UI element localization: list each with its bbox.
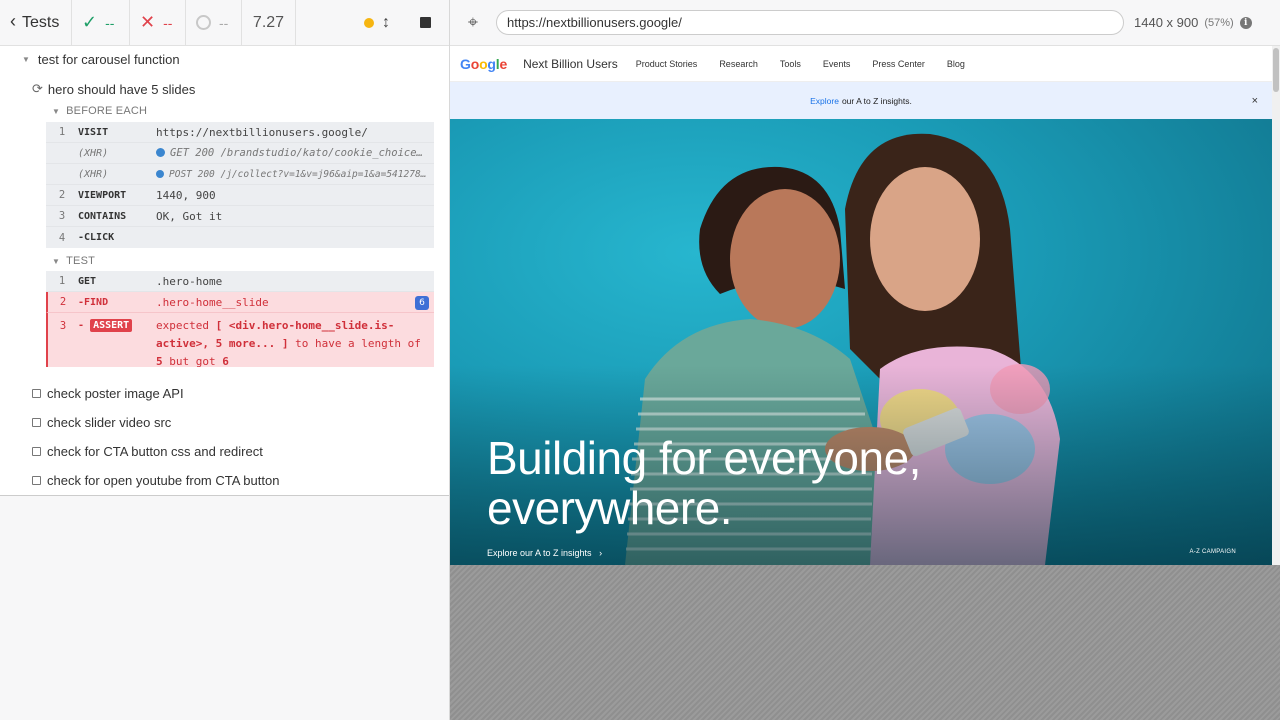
aut-header: ⌖ https://nextbillionusers.google/ 1440 …	[450, 0, 1280, 46]
xhr-status-dot-icon	[156, 169, 164, 178]
face-right-shape	[870, 167, 980, 311]
duration: 7.27	[242, 0, 296, 46]
xhr-command-row[interactable]: (XHR) GET 200 /brandstudio/kato/cookie_c…	[46, 143, 434, 164]
logo-letter: G	[460, 55, 471, 72]
logo-letter: g	[487, 55, 496, 72]
command-row[interactable]: 4 -CLICK	[46, 227, 434, 248]
pending-count: --	[219, 14, 229, 31]
running-test-title[interactable]: ⟳ hero should have 5 slides	[32, 81, 195, 97]
before-each-commands: 1 VISIT https://nextbillionusers.google/…	[46, 122, 434, 248]
nav-events[interactable]: Events	[823, 59, 851, 69]
pending-checkbox-icon	[32, 389, 41, 398]
promo-banner: Explore our A to Z insights. ×	[450, 82, 1272, 119]
face-left-shape	[730, 189, 840, 329]
pending-stat: --	[186, 0, 242, 46]
nav-press-center[interactable]: Press Center	[872, 59, 925, 69]
banner-explore-link[interactable]: Explore	[810, 96, 839, 106]
assert-message: expected [ <div.hero-home__slide.is-acti…	[156, 319, 421, 368]
command-row[interactable]: 1 VISIT https://nextbillionusers.google/	[46, 122, 434, 143]
collapse-triangle-icon: ▼	[22, 55, 30, 64]
pending-checkbox-icon	[32, 447, 41, 456]
collapse-triangle-icon: ▼	[52, 256, 61, 266]
url-field[interactable]: https://nextbillionusers.google/	[496, 10, 1124, 35]
command-row[interactable]: 3 CONTAINS OK, Got it	[46, 206, 434, 227]
pending-checkbox-icon	[32, 418, 41, 427]
xhr-status-dot-icon	[156, 148, 165, 157]
pending-test-item[interactable]: check slider video src	[32, 415, 171, 430]
chevron-left-icon: ‹	[10, 11, 16, 31]
command-row[interactable]: 1 GET .hero-home	[46, 271, 434, 292]
passed-count: --	[105, 14, 115, 31]
passed-stat: ✓ --	[72, 0, 130, 46]
hero-slide: Building for everyone, everywhere. Explo…	[450, 119, 1272, 565]
run-controls: ↕	[296, 14, 449, 32]
logo-letter: o	[470, 55, 480, 72]
element-count-badge: 6	[415, 296, 429, 310]
banner-close-icon[interactable]: ×	[1252, 95, 1258, 107]
hero-title: Building for everyone, everywhere.	[487, 432, 921, 534]
logo-letter: e	[499, 55, 508, 72]
tests-label: Tests	[22, 13, 60, 31]
command-log-panel: ‹ Tests ✓ -- ✕ -- -- 7.27 ↕ ▼ test for c…	[0, 0, 450, 720]
failed-command-row[interactable]: 2 -FIND .hero-home__slide 6	[46, 292, 434, 313]
info-icon[interactable]: i	[1239, 16, 1252, 29]
test-body-header[interactable]: ▼ TEST	[52, 255, 95, 267]
stop-icon[interactable]	[420, 17, 431, 28]
auto-scroll-icon[interactable]: ↕	[382, 14, 390, 32]
hero-campaign-tag: A-Z CAMPAIGN	[1189, 549, 1236, 555]
runnables-list: ▼ test for carousel function ⟳ hero shou…	[0, 46, 449, 496]
pending-test-item[interactable]: check for CTA button css and redirect	[32, 444, 263, 459]
x-icon: ✕	[140, 12, 156, 32]
xhr-command-row[interactable]: (XHR) POST 200 /j/collect?v=1&v=j96&aip=…	[46, 164, 434, 185]
reporter-header: ‹ Tests ✓ -- ✕ -- -- 7.27 ↕	[0, 0, 449, 46]
google-logo[interactable]: Google	[460, 56, 507, 72]
viewport-info[interactable]: 1440 x 900 (57%) i	[1134, 15, 1252, 30]
collapse-triangle-icon: ▼	[52, 106, 61, 116]
refresh-icon: ⟳	[32, 81, 43, 96]
running-indicator-icon	[364, 17, 374, 28]
hero-cta-link[interactable]: Explore our A to Z insights ›	[487, 548, 602, 558]
site-scrollbar[interactable]	[1272, 46, 1280, 565]
before-each-hook-header[interactable]: ▼ BEFORE EACH	[52, 105, 147, 117]
nav-tools[interactable]: Tools	[780, 59, 801, 69]
check-icon: ✓	[82, 12, 98, 32]
site-navbar: Google Next Billion Users Product Storie…	[450, 46, 1272, 82]
nav-blog[interactable]: Blog	[947, 59, 965, 69]
app-under-test-panel: ⌖ https://nextbillionusers.google/ 1440 …	[450, 0, 1280, 720]
pending-checkbox-icon	[32, 476, 41, 485]
tests-back-button[interactable]: ‹ Tests	[0, 0, 72, 46]
failed-count: --	[163, 14, 173, 31]
failed-stat: ✕ --	[130, 0, 186, 46]
failed-assert-row[interactable]: 3 - ASSERT expected [ <div.hero-home__sl…	[46, 313, 434, 368]
scrollbar-thumb[interactable]	[1273, 48, 1279, 92]
pending-test-item[interactable]: check poster image API	[32, 386, 184, 401]
suite-title[interactable]: ▼ test for carousel function	[22, 52, 180, 67]
assert-badge: ASSERT	[90, 319, 133, 332]
website-viewport: Google Next Billion Users Product Storie…	[450, 46, 1272, 565]
chevron-right-icon: ›	[594, 548, 603, 558]
nav-product-stories[interactable]: Product Stories	[636, 59, 698, 69]
pending-circle-icon	[196, 15, 211, 30]
aut-iframe-container: Google Next Billion Users Product Storie…	[450, 46, 1280, 720]
site-brand[interactable]: Next Billion Users	[523, 57, 618, 71]
nav-research[interactable]: Research	[719, 59, 758, 69]
command-row[interactable]: 2 VIEWPORT 1440, 900	[46, 185, 434, 206]
pending-test-item[interactable]: check for open youtube from CTA button	[32, 473, 279, 488]
test-commands: 1 GET .hero-home 2 -FIND .hero-home__sli…	[46, 271, 434, 368]
selector-playground-crosshair-icon[interactable]: ⌖	[450, 12, 496, 33]
banner-text: our A to Z insights.	[841, 95, 912, 106]
